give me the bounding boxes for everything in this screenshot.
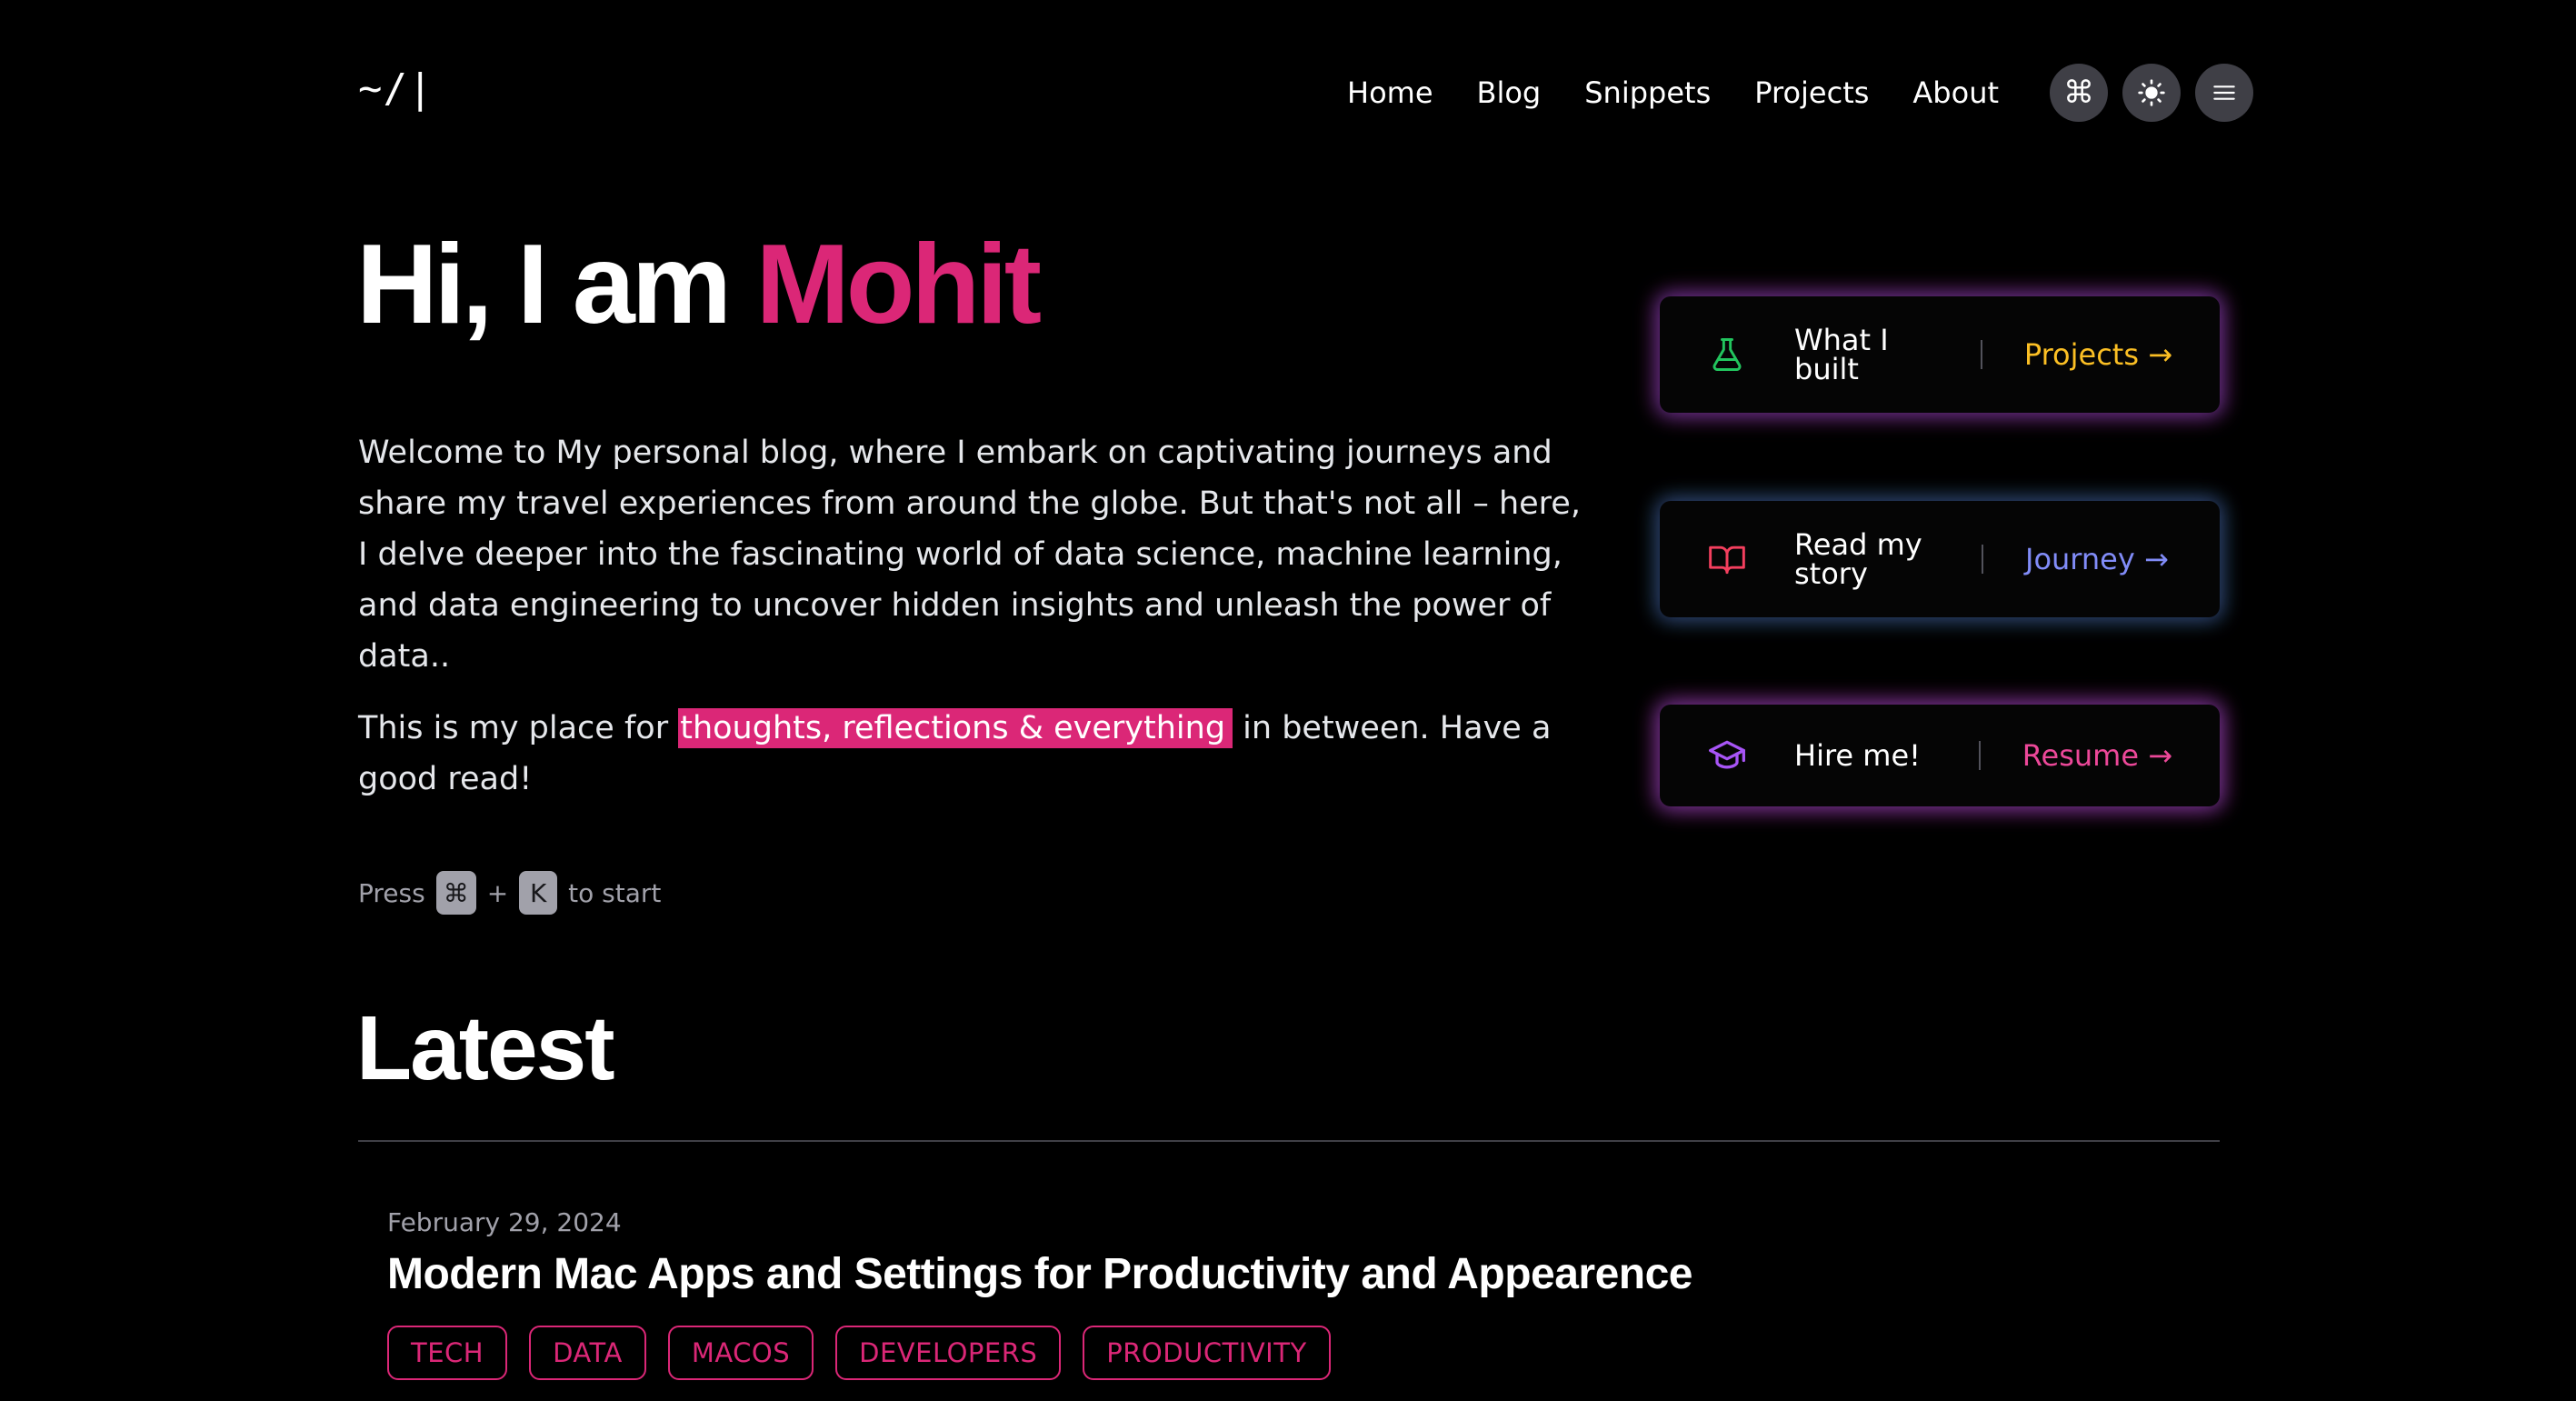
command-icon: ⌘	[2063, 75, 2095, 111]
hero-title: Hi, I am Mohit	[356, 222, 1042, 347]
nav-projects[interactable]: Projects	[1754, 64, 1869, 122]
card-divider	[1978, 741, 1981, 770]
nav-snippets[interactable]: Snippets	[1584, 64, 1711, 122]
keyboard-hint: Press ⌘ + K to start	[358, 871, 661, 915]
kbd-command: ⌘	[435, 871, 476, 915]
cta-card-resume[interactable]: Hire me! Resume →	[1660, 705, 2220, 806]
tag-tech[interactable]: TECH	[387, 1326, 508, 1380]
card-divider	[1982, 545, 1983, 574]
tagline-before: This is my place for	[358, 710, 679, 746]
cta-label: Read my story	[1794, 527, 1922, 591]
cta-card-journey[interactable]: Read my story Journey →	[1660, 501, 2220, 617]
cta-card-projects[interactable]: What I built Projects →	[1660, 296, 2220, 413]
sun-icon	[2138, 79, 2165, 106]
tag-macos[interactable]: MACOS	[667, 1326, 814, 1380]
hero-name: Mohit	[755, 222, 1042, 347]
intro-paragraph: Welcome to My personal blog, where I emb…	[358, 435, 1581, 675]
menu-button[interactable]	[2195, 64, 2254, 122]
section-divider	[358, 1140, 2220, 1142]
cta-label: What I built	[1794, 323, 1889, 386]
cta-label: Hire me!	[1794, 738, 1921, 773]
kbd-k: K	[519, 871, 558, 915]
post-tags: TECH DATA MACOS DEVELOPERS PRODUCTIVITY	[387, 1326, 1331, 1380]
tag-productivity[interactable]: PRODUCTIVITY	[1083, 1326, 1331, 1380]
nav-about[interactable]: About	[1912, 64, 1999, 122]
hero-greeting: Hi, I am	[356, 222, 756, 347]
command-palette-button[interactable]: ⌘	[2050, 64, 2109, 122]
press-label: Press	[358, 877, 425, 908]
projects-link[interactable]: Projects →	[2024, 337, 2172, 372]
plus-sign: +	[486, 877, 509, 908]
main-nav: Home Blog Snippets Projects About ⌘	[1347, 64, 2254, 122]
tag-developers[interactable]: DEVELOPERS	[835, 1326, 1062, 1380]
theme-toggle-button[interactable]	[2122, 64, 2182, 122]
press-suffix: to start	[568, 877, 662, 908]
tagline-highlight: thoughts, reflections & everything	[678, 708, 1233, 748]
menu-icon	[2213, 85, 2235, 100]
site-logo[interactable]: ~/|	[358, 65, 433, 112]
flask-icon	[1712, 338, 1742, 371]
post-title-link[interactable]: Modern Mac Apps and Settings for Product…	[387, 1246, 1693, 1304]
resume-link[interactable]: Resume →	[2022, 738, 2172, 773]
card-divider	[1980, 340, 1982, 369]
tag-data[interactable]: DATA	[529, 1326, 646, 1380]
latest-heading: Latest	[356, 997, 615, 1099]
book-icon	[1709, 545, 1745, 575]
nav-blog[interactable]: Blog	[1477, 64, 1542, 122]
nav-home[interactable]: Home	[1347, 64, 1433, 122]
post-date: February 29, 2024	[387, 1207, 622, 1237]
graduation-cap-icon	[1709, 740, 1745, 769]
tagline-paragraph: This is my place for thoughts, reflectio…	[358, 703, 1594, 805]
journey-link[interactable]: Journey →	[2025, 542, 2169, 576]
